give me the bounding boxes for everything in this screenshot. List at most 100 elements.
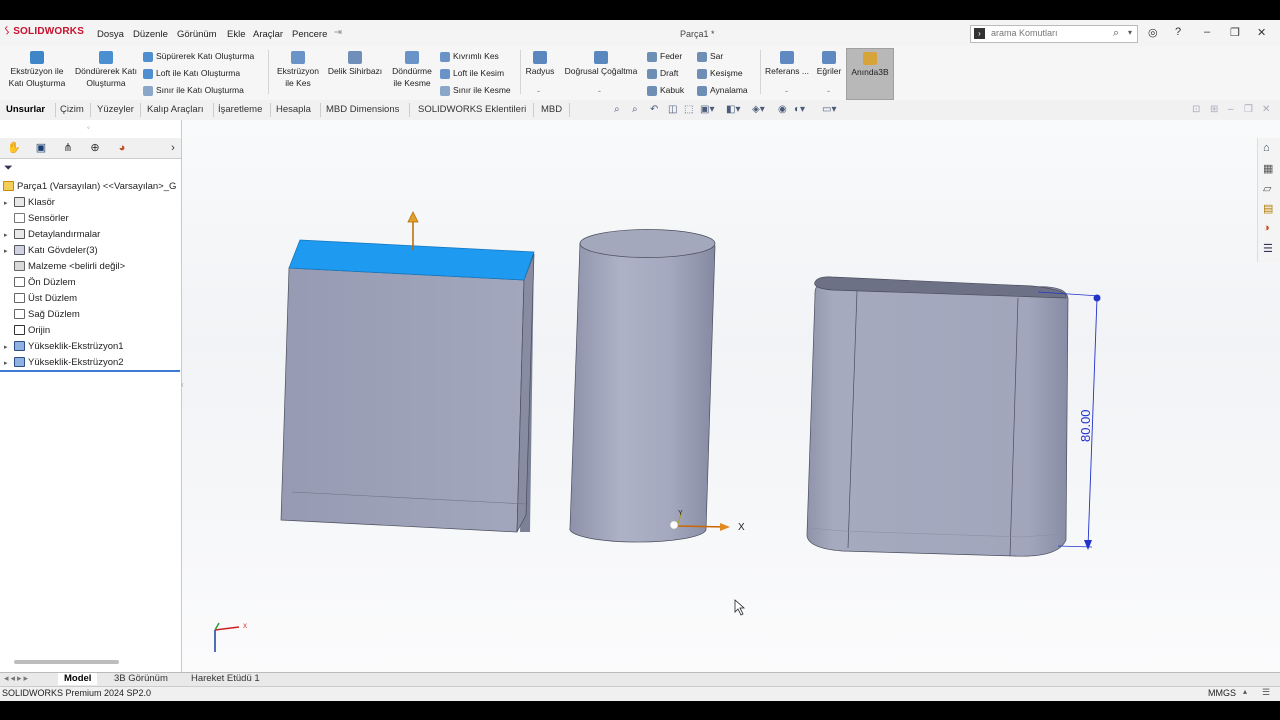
unit-system[interactable]: MMGS <box>1208 688 1236 698</box>
tab-solidworks-addins[interactable]: SOLIDWORKS Eklentileri <box>418 104 526 115</box>
dimension-value[interactable]: 80.00 <box>1078 409 1093 442</box>
solid-body-box[interactable] <box>280 211 535 533</box>
tab-features[interactable]: Unsurlar <box>6 104 45 115</box>
tab-mbd[interactable]: MBD <box>541 104 562 115</box>
user-icon[interactable]: ◎ <box>1148 26 1158 39</box>
extrude-boss-button[interactable]: Ekstrüzyon ile Katı Oluşturma <box>4 51 70 89</box>
tree-horizontal-scrollbar[interactable] <box>14 660 119 664</box>
viewport-split-icon[interactable]: ⊡ <box>1192 104 1200 115</box>
rib-button[interactable]: Feder <box>647 51 682 62</box>
menu-file[interactable]: Dosya <box>97 29 124 40</box>
tab-evaluate[interactable]: Hesapla <box>276 104 311 115</box>
menu-tools[interactable]: Araçlar <box>253 29 283 40</box>
app-logo[interactable]: ᛊ SOLIDWORKS <box>4 26 84 37</box>
drag-handle-arrow-icon[interactable] <box>407 211 419 223</box>
mirror-button[interactable]: Aynalama <box>697 85 748 96</box>
search-dropdown-icon[interactable]: ▾ <box>1128 28 1132 37</box>
appearances-icon[interactable]: ◑ <box>1263 222 1270 234</box>
wrap-button[interactable]: Sar <box>697 51 723 62</box>
tree-item[interactable]: ▸ Katı Gövdeler(3) <box>4 245 98 256</box>
tab-mold-tools[interactable]: Kalıp Araçları <box>147 104 204 115</box>
minimize-icon[interactable]: – <box>1204 26 1210 38</box>
boundary-cut-button[interactable]: Sınır ile Kesme <box>440 85 511 96</box>
design-library-icon[interactable]: ▦ <box>1263 162 1273 175</box>
search-icon[interactable]: ⌕ <box>1113 27 1119 40</box>
box-front-face[interactable] <box>280 267 525 533</box>
panel-handle-icon[interactable]: ◦ <box>87 123 90 132</box>
tree-item[interactable]: ▸ Yükseklik-Ekstrüzyon1 <box>4 341 124 352</box>
menu-edit[interactable]: Düzenle <box>133 29 168 40</box>
apply-scene-icon[interactable]: ◐▾ <box>794 104 805 115</box>
model-canvas[interactable]: X Y 80.00 X <box>182 120 1280 672</box>
viewport-minimize-icon[interactable]: – <box>1228 104 1234 115</box>
fillet-button[interactable]: Radyus <box>523 51 557 77</box>
solid-body-slot[interactable] <box>806 276 1069 557</box>
revolve-boss-button[interactable]: Döndürerek Katı Oluşturma <box>73 51 139 89</box>
tab-mbd-dimensions[interactable]: MBD Dimensions <box>326 104 399 115</box>
expand-caret-icon[interactable]: ▸ <box>4 359 14 367</box>
graphics-area[interactable]: X Y 80.00 X <box>182 120 1280 672</box>
expand-caret-icon[interactable]: ▸ <box>4 199 14 207</box>
menu-insert[interactable]: Ekle <box>227 29 245 40</box>
linear-pattern-button[interactable]: Doğrusal Çoğaltma <box>560 51 642 77</box>
panel-splitter-icon[interactable]: ‹ <box>181 380 184 389</box>
cylinder-top-face[interactable] <box>579 229 716 258</box>
viewport-restore-icon[interactable]: ❐ <box>1244 104 1253 115</box>
tree-item[interactable]: ▸ Detaylandırmalar <box>4 229 100 240</box>
section-view-icon[interactable]: ◫ <box>668 104 677 115</box>
tab-markup[interactable]: İşaretleme <box>218 104 262 115</box>
tree-item[interactable]: Orijin <box>4 325 50 336</box>
fillet-dropdown-icon[interactable]: - <box>537 86 540 96</box>
panel-expand-icon[interactable]: › <box>165 140 181 156</box>
shell-button[interactable]: Kabuk <box>647 85 684 96</box>
curves-dropdown-icon[interactable]: - <box>827 86 830 96</box>
display-style-icon[interactable]: ◧▾ <box>726 104 740 115</box>
tab-scroll-arrows-icon[interactable]: ◂◂▸▸ <box>4 673 30 684</box>
menu-window[interactable]: Pencere <box>292 29 327 40</box>
tree-item[interactable]: ▸ Klasör <box>4 197 55 208</box>
zoom-area-icon[interactable]: ⌕ <box>632 104 638 115</box>
swept-boss-button[interactable]: Süpürerek Katı Oluşturma <box>143 51 254 62</box>
menu-view[interactable]: Görünüm <box>177 29 217 40</box>
hole-wizard-button[interactable]: Delik Sihirbazı <box>326 51 384 77</box>
pattern-dropdown-icon[interactable]: - <box>598 86 601 96</box>
help-icon[interactable]: ? <box>1175 26 1181 38</box>
tab-3d-views[interactable]: 3B Görünüm <box>108 673 174 685</box>
custom-properties-icon[interactable]: ☰ <box>1263 242 1273 255</box>
loft-cut-button[interactable]: Loft ile Kesim <box>440 68 504 79</box>
tab-sketch[interactable]: Çizim <box>60 104 84 115</box>
configuration-manager-tab-icon[interactable]: ⋔ <box>60 140 76 156</box>
property-manager-tab-icon[interactable]: ▣ <box>33 140 49 156</box>
swept-cut-button[interactable]: Kıvrımlı Kes <box>440 51 499 62</box>
search-box[interactable]: › arama Komutları ⌕ ▾ <box>970 25 1138 43</box>
solid-body-cylinder[interactable]: X Y <box>569 229 745 543</box>
expand-caret-icon[interactable]: ▸ <box>4 231 14 239</box>
display-manager-tab-icon[interactable]: ◕ <box>114 140 130 156</box>
unit-dropdown-icon[interactable]: ▴ <box>1243 687 1247 696</box>
viewport-link-icon[interactable]: ⊞ <box>1210 104 1218 115</box>
draft-button[interactable]: Draft <box>647 68 678 79</box>
close-icon[interactable]: ✕ <box>1257 26 1266 39</box>
edit-appearance-icon[interactable]: ◉ <box>778 104 787 115</box>
filter-icon[interactable]: ⏷ <box>4 162 13 175</box>
status-options-icon[interactable]: ☰ <box>1262 687 1270 698</box>
tree-item[interactable]: Ön Düzlem <box>4 277 76 288</box>
solidworks-resources-icon[interactable]: ⌂ <box>1263 142 1270 154</box>
zoom-to-fit-icon[interactable]: ⌕ <box>614 104 620 115</box>
tab-model[interactable]: Model <box>58 673 98 685</box>
expand-caret-icon[interactable]: ▸ <box>4 247 14 255</box>
search-input[interactable]: arama Komutları <box>991 28 1058 38</box>
view-orientation-icon[interactable]: ▣▾ <box>700 104 714 115</box>
dimxpert-manager-tab-icon[interactable]: ⊕ <box>87 140 103 156</box>
reference-geometry-button[interactable]: Referans ... <box>764 51 810 77</box>
view-settings-icon[interactable]: ▭▾ <box>822 104 836 115</box>
tree-item[interactable]: Üst Düzlem <box>4 293 77 304</box>
tab-motion-study[interactable]: Hareket Etüdü 1 <box>185 673 266 685</box>
slot-side-face[interactable] <box>806 282 1069 557</box>
tree-root[interactable]: Parça1 (Varsayılan) <<Varsayılan>_G <box>3 181 176 192</box>
loft-boss-button[interactable]: Loft ile Katı Oluşturma <box>143 68 240 79</box>
dynamic-annotation-icon[interactable]: ⬚ <box>684 104 693 115</box>
view-palette-icon[interactable]: ▤ <box>1263 202 1273 215</box>
pin-icon[interactable]: ⇥ <box>334 27 342 38</box>
feature-manager-tab-icon[interactable]: ✋ <box>6 140 22 156</box>
